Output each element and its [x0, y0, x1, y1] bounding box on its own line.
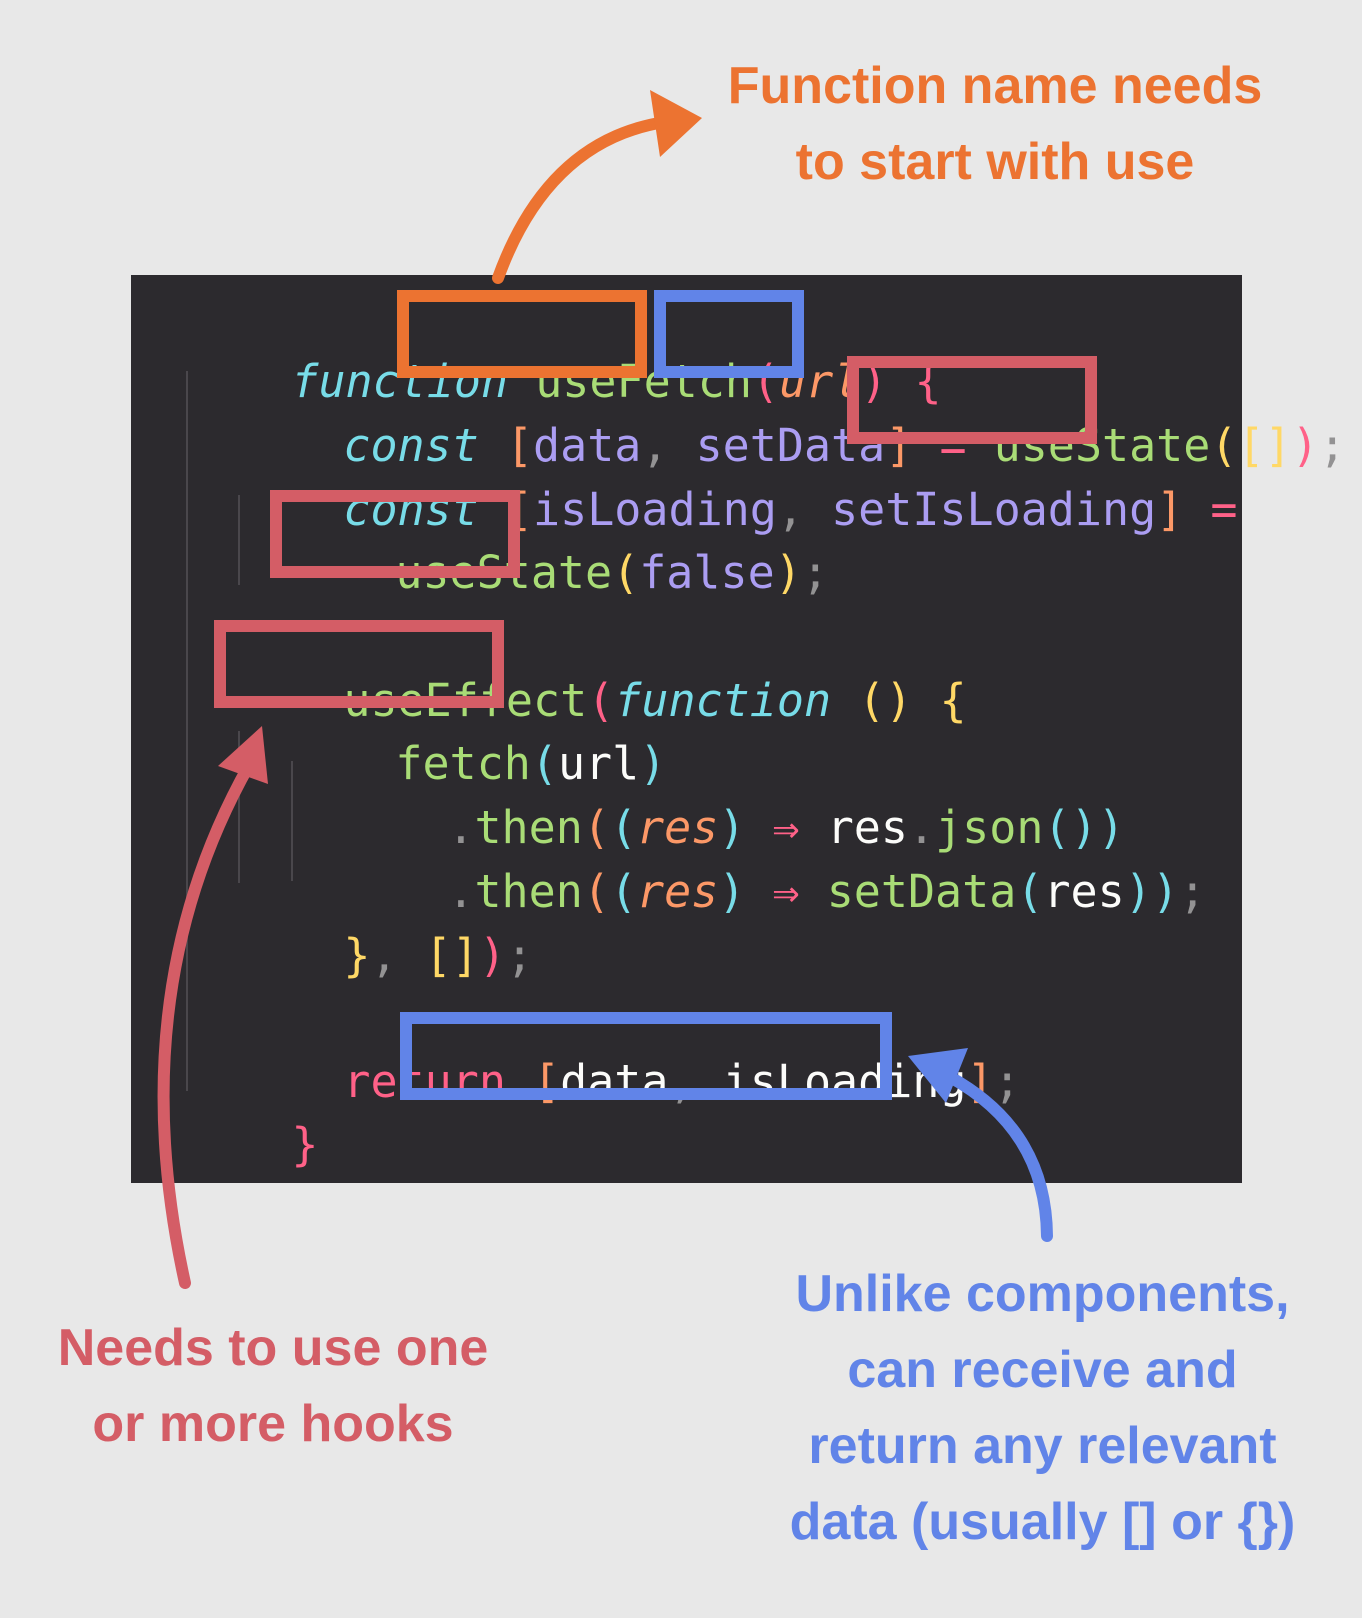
arrow-blue: [908, 1048, 1053, 1242]
arrow-orange: [492, 90, 702, 284]
arrow-red: [157, 726, 268, 1289]
annotation-arrows: [157, 90, 1053, 1289]
